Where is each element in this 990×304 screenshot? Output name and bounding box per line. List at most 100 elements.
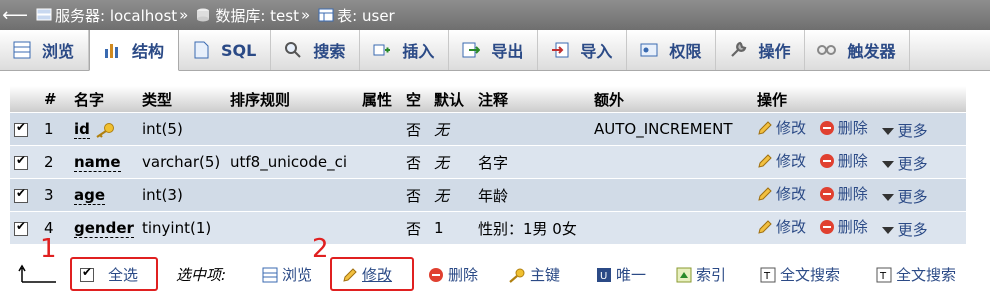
more-button[interactable]: 更多 <box>881 153 928 174</box>
cell-collation: utf8_unicode_ci <box>226 145 358 179</box>
delete-icon <box>819 120 834 135</box>
table-header-row: # 名字 类型 排序规则 属性 空 默认 注释 额外 操作 <box>10 86 966 113</box>
table-row: 1 id int(5) 否 无 AUTO_INCREMENT 修改 删除 更多 <box>10 112 966 146</box>
delete-icon <box>819 153 834 168</box>
browse-icon <box>262 267 278 282</box>
bulk-primary-button[interactable]: 主键 <box>508 264 560 285</box>
bulk-fulltext2-label: 全文搜索 <box>896 266 957 284</box>
bulk-browse-button[interactable]: 浏览 <box>262 264 312 285</box>
fulltext-icon: T <box>760 267 776 282</box>
back-arrow-icon[interactable]: ⟵ <box>0 0 30 30</box>
tab-export[interactable]: 导出 <box>449 30 539 70</box>
edit-label: 修改 <box>776 119 807 137</box>
more-button[interactable]: 更多 <box>881 120 928 141</box>
cell-comment: 名字 <box>474 145 590 179</box>
tab-structure[interactable]: 结构 <box>89 30 180 71</box>
select-all-checkbox[interactable]: 全选 <box>80 264 138 285</box>
tab-bar: 浏览 结构 SQL 搜索 插入 导出 导入 权限 操作 触发器 <box>0 30 990 71</box>
cell-collation <box>226 211 358 244</box>
breadcrumb-separator: » <box>179 6 189 24</box>
edit-button[interactable]: 修改 <box>757 216 806 237</box>
cell-actions: 修改 删除 更多 <box>753 145 966 179</box>
bulk-index-button[interactable]: 索引 <box>676 264 726 285</box>
edit-button[interactable]: 修改 <box>757 150 806 171</box>
drop-button[interactable]: 删除 <box>819 150 868 171</box>
bulk-unique-label: 唯一 <box>616 266 647 284</box>
checkbox-checked[interactable] <box>14 153 28 170</box>
chevron-down-icon <box>881 226 894 234</box>
cell-num: 2 <box>40 145 70 179</box>
sql-icon <box>191 40 211 60</box>
cell-name: age <box>70 178 138 212</box>
bulk-fulltext2-button[interactable]: T 全文搜索 <box>876 264 956 285</box>
col-header: 类型 <box>138 86 226 113</box>
cell-default: 无 <box>430 112 474 146</box>
more-button[interactable]: 更多 <box>881 186 928 207</box>
col-header: 排序规则 <box>226 86 358 113</box>
primary-key-icon <box>509 268 525 283</box>
tab-browse[interactable]: 浏览 <box>0 30 90 70</box>
tab-label: 导入 <box>580 42 613 61</box>
row-checkbox[interactable] <box>10 211 40 244</box>
cell-null: 否 <box>402 112 430 146</box>
tab-sql[interactable]: SQL <box>179 30 272 70</box>
drop-button[interactable]: 删除 <box>819 183 868 204</box>
delete-icon <box>819 219 834 234</box>
breadcrumb-server[interactable]: 服务器: localhost <box>55 5 177 26</box>
col-header: 名字 <box>70 86 138 113</box>
tab-operations[interactable]: 操作 <box>716 30 806 70</box>
row-checkbox[interactable] <box>10 178 40 212</box>
row-checkbox[interactable] <box>10 112 40 146</box>
breadcrumb-table[interactable]: 表: user <box>337 5 395 26</box>
tab-label: 搜索 <box>313 42 346 61</box>
bulk-index-label: 索引 <box>696 266 727 284</box>
field-name[interactable]: id <box>74 120 90 139</box>
col-header: # <box>40 86 70 113</box>
bulk-fulltext-label: 全文搜索 <box>780 266 841 284</box>
checkbox-checked[interactable] <box>80 265 94 282</box>
search-icon <box>283 40 303 60</box>
cell-actions: 修改 删除 更多 <box>753 178 966 212</box>
field-name[interactable]: name <box>74 153 121 172</box>
more-label: 更多 <box>897 188 928 206</box>
drop-label: 删除 <box>837 185 868 203</box>
tab-import[interactable]: 导入 <box>538 30 628 70</box>
tab-triggers[interactable]: 触发器 <box>805 30 911 70</box>
col-checkbox-header <box>10 86 40 113</box>
bulk-drop-label: 删除 <box>448 266 479 284</box>
col-header: 属性 <box>358 86 402 113</box>
index-icon <box>676 267 692 282</box>
edit-button[interactable]: 修改 <box>757 183 806 204</box>
pencil-icon <box>758 120 772 135</box>
cell-type: varchar(5) <box>138 145 226 179</box>
tab-search[interactable]: 搜索 <box>271 30 361 70</box>
bulk-change-button[interactable]: 修改 <box>342 264 392 285</box>
delete-icon <box>819 186 834 201</box>
col-header: 注释 <box>474 86 590 113</box>
checkbox-checked[interactable] <box>14 120 28 137</box>
chevron-down-icon <box>881 127 894 135</box>
drop-button[interactable]: 删除 <box>819 117 868 138</box>
more-label: 更多 <box>897 155 928 173</box>
more-button[interactable]: 更多 <box>881 219 928 240</box>
bulk-unique-button[interactable]: U 唯一 <box>596 264 646 285</box>
drop-button[interactable]: 删除 <box>819 216 868 237</box>
tab-label: 导出 <box>491 42 524 61</box>
cell-comment: 年龄 <box>474 178 590 212</box>
checkbox-checked[interactable] <box>14 186 28 203</box>
cell-num: 3 <box>40 178 70 212</box>
bulk-drop-button[interactable]: 删除 <box>428 264 478 285</box>
edit-button[interactable]: 修改 <box>757 117 806 138</box>
cell-name: id <box>70 112 138 146</box>
field-name[interactable]: gender <box>74 219 134 238</box>
field-name[interactable]: age <box>74 186 106 205</box>
select-all-label[interactable]: 全选 <box>108 264 138 285</box>
breadcrumb-database[interactable]: 数据库: test <box>215 5 299 26</box>
tab-insert[interactable]: 插入 <box>360 30 450 70</box>
tab-privileges[interactable]: 权限 <box>627 30 717 70</box>
row-checkbox[interactable] <box>10 145 40 179</box>
bulk-action-bar: 1 2 全选 选中项: 浏览 修改 删除 主键 U 唯一 索引 T 全文搜索 T <box>0 234 990 294</box>
checkbox-checked[interactable] <box>14 219 28 236</box>
bulk-fulltext-button[interactable]: T 全文搜索 <box>760 264 840 285</box>
structure-table: # 名字 类型 排序规则 属性 空 默认 注释 额外 操作 1 id int(5… <box>10 86 966 244</box>
